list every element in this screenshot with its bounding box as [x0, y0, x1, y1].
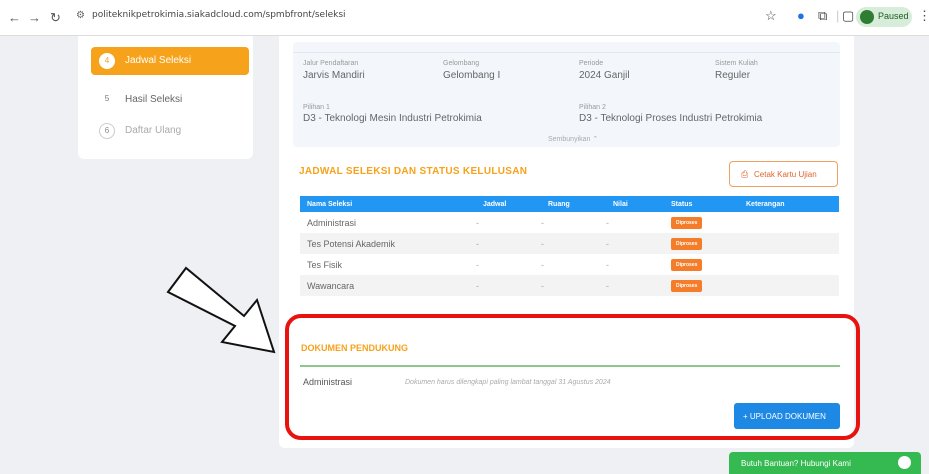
pilihan1-label: Pilihan 1 [303, 104, 330, 111]
cell-keterangan [739, 233, 839, 254]
sidebar-item-label: Jadwal Seleksi [125, 55, 192, 66]
profile-paused-chip[interactable]: Paused [856, 7, 912, 27]
cell-keterangan [739, 212, 839, 233]
reload-icon[interactable]: ↻ [50, 10, 61, 26]
cell-jadwal: - [476, 217, 479, 228]
sistem-label: Sistem Kuliah [715, 60, 758, 67]
cell-ruang: - [541, 275, 606, 296]
cell-ruang: - [541, 233, 606, 254]
cell-jadwal: - [476, 233, 541, 254]
cell-status: Diproses [664, 233, 739, 254]
selection-table: Nama Seleksi Jadwal Ruang Nilai Status K… [300, 196, 839, 296]
pilihan1-value: D3 - Teknologi Mesin Industri Petrokimia [303, 113, 482, 124]
status-badge: Diproses [671, 259, 703, 271]
pilihan2-label: Pilihan 2 [579, 104, 606, 111]
pilihan2-value: D3 - Teknologi Proses Industri Petrokimi… [579, 113, 763, 124]
step-sidebar: 4 Jadwal Seleksi 5 Hasil Seleksi 6 Dafta… [78, 36, 253, 159]
cell-ruang: - [541, 259, 544, 270]
highlight-frame [285, 314, 860, 440]
extensions-puzzle-icon[interactable]: ⧉ [818, 8, 827, 24]
avatar [860, 10, 874, 24]
table-row: Tes Potensi Akademik - - - Diproses [300, 233, 839, 254]
whatsapp-icon [898, 456, 911, 469]
column-header-nilai: Nilai [606, 196, 664, 212]
help-label: Butuh Bantuan? Hubungi Kami [741, 459, 851, 468]
side-panel-icon[interactable]: ▢ [842, 8, 854, 24]
cell-nama: Tes Fisik [307, 259, 343, 270]
periode-label: Periode [579, 60, 604, 67]
toolbar-divider: | [836, 8, 840, 23]
cell-nama: Wawancara [300, 275, 476, 296]
sidebar-item-hasil-seleksi[interactable]: 5 Hasil Seleksi [91, 86, 249, 114]
column-header-jadwal: Jadwal [476, 196, 541, 212]
step-number: 4 [99, 53, 115, 69]
column-header-ruang: Ruang [541, 196, 606, 212]
print-button-label: Cetak Kartu Ujian [754, 170, 817, 179]
forward-icon[interactable]: → [28, 10, 41, 25]
step-number: 6 [99, 123, 115, 139]
table-row: Administrasi - - - Diproses [300, 212, 839, 233]
column-header-keterangan: Keterangan [739, 196, 839, 212]
table-header-row: Nama Seleksi Jadwal Ruang Nilai Status K… [300, 196, 839, 212]
jadwal-section-title: JADWAL SELEKSI DAN STATUS KELULUSAN [299, 166, 528, 177]
status-badge: Diproses [671, 217, 703, 229]
arrow-annotation-icon [166, 266, 276, 354]
jalur-label: Jalur Pendaftaran [303, 60, 359, 67]
help-chat-widget[interactable]: Butuh Bantuan? Hubungi Kami [729, 452, 921, 474]
cell-keterangan [739, 275, 839, 296]
cell-nilai: - [606, 217, 609, 228]
cell-nilai: - [606, 275, 664, 296]
divider [293, 52, 840, 53]
jalur-value: Jarvis Mandiri [303, 70, 365, 81]
site-settings-icon[interactable]: ⚙ [76, 10, 85, 21]
cell-nilai: - [606, 259, 609, 270]
gelombang-value: Gelombang I [443, 70, 501, 81]
extension-icon[interactable]: ● [797, 8, 805, 23]
step-number: 5 [104, 94, 110, 103]
cell-nama: Tes Potensi Akademik [300, 233, 476, 254]
cell-jadwal: - [476, 275, 541, 296]
cell-status: Diproses [664, 275, 739, 296]
sidebar-item-jadwal-seleksi[interactable]: 4 Jadwal Seleksi [91, 47, 249, 75]
column-header-nama: Nama Seleksi [300, 196, 476, 212]
cell-nama: Administrasi [307, 217, 357, 228]
cell-status: Diproses [664, 212, 739, 233]
table-row: Wawancara - - - Diproses [300, 275, 839, 296]
registration-info: Jalur Pendaftaran Jarvis Mandiri Gelomba… [293, 42, 840, 147]
periode-value: 2024 Ganjil [579, 70, 630, 81]
status-badge: Diproses [671, 280, 703, 292]
table-row: Tes Fisik - - - Diproses [300, 254, 839, 275]
paused-label: Paused [878, 11, 909, 21]
back-icon[interactable]: ← [8, 10, 21, 25]
print-exam-card-button[interactable]: ⎙ Cetak Kartu Ujian [729, 161, 838, 187]
browser-menu-icon[interactable]: ⋮ [918, 8, 929, 24]
sidebar-item-label: Daftar Ulang [125, 125, 182, 136]
status-badge: Diproses [671, 238, 703, 250]
gelombang-label: Gelombang [443, 60, 480, 67]
cell-status: Diproses [664, 254, 739, 275]
cell-ruang: - [541, 217, 544, 228]
sistem-value: Reguler [715, 70, 751, 81]
cell-nilai: - [606, 233, 664, 254]
bookmark-star-icon[interactable]: ☆ [765, 8, 777, 24]
browser-toolbar: ← → ↻ ⚙ politeknikpetrokimia.siakadcloud… [0, 0, 929, 36]
sidebar-item-daftar-ulang[interactable]: 6 Daftar Ulang [91, 117, 249, 145]
address-bar[interactable]: politeknikpetrokimia.siakadcloud.com/spm… [92, 10, 346, 20]
sidebar-item-label: Hasil Seleksi [125, 94, 183, 105]
cell-keterangan [739, 254, 839, 275]
printer-icon: ⎙ [741, 169, 749, 179]
cell-jadwal: - [476, 259, 479, 270]
column-header-status: Status [664, 196, 739, 212]
hide-details-link[interactable]: Sembunyikan ⌃ [548, 135, 598, 143]
